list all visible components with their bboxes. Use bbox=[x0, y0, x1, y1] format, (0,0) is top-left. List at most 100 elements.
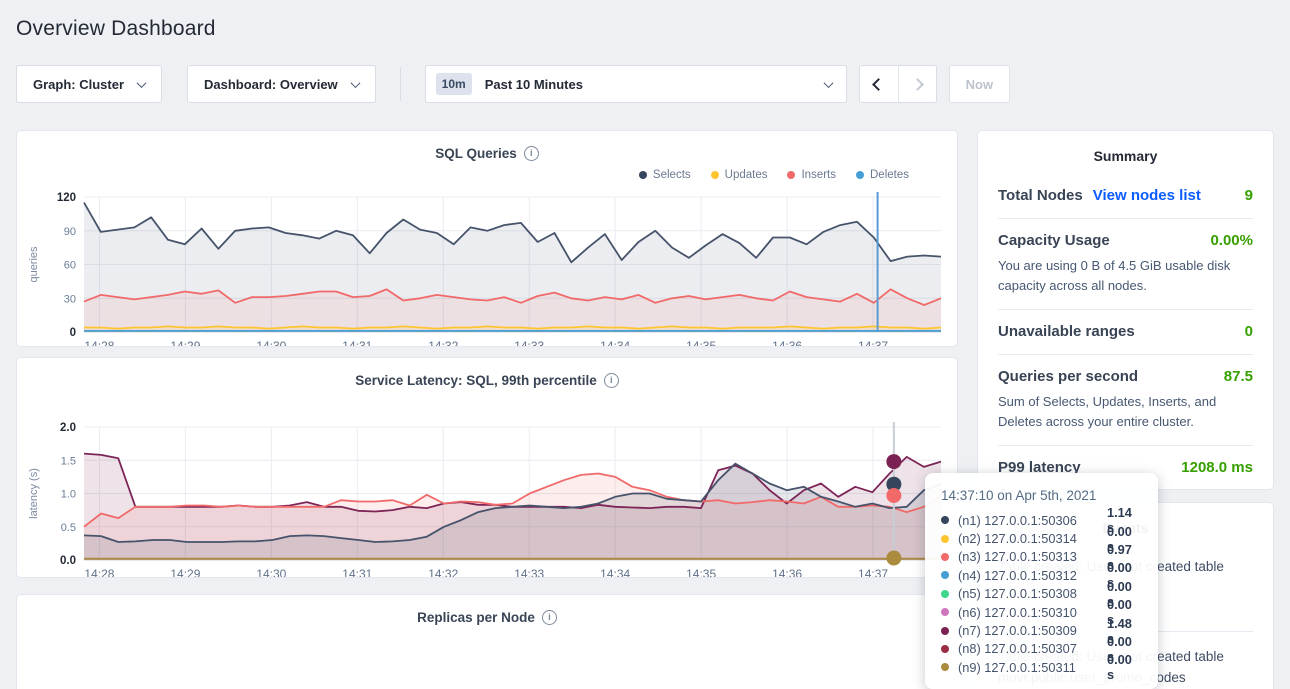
page-title: Overview Dashboard bbox=[16, 17, 1274, 41]
summary-item-value: 1208.0 ms bbox=[1181, 459, 1253, 476]
summary-item-label: Unavailable ranges bbox=[998, 323, 1135, 340]
summary-item-label: Total Nodes bbox=[998, 187, 1083, 204]
svg-text:14:30: 14:30 bbox=[256, 567, 286, 577]
legend-label: Selects bbox=[653, 169, 691, 181]
summary-item: Capacity Usage 0.00% You are using 0 B of … bbox=[998, 218, 1253, 309]
time-range-label: Past 10 Minutes bbox=[485, 77, 825, 92]
graph-dropdown-label: Graph: Cluster bbox=[33, 77, 124, 92]
svg-text:14:32: 14:32 bbox=[428, 567, 458, 577]
summary-item-value: 0.00% bbox=[1210, 232, 1253, 249]
legend-item-selects[interactable]: Selects bbox=[639, 168, 691, 182]
tooltip-node-label: (n1) 127.0.0.1:50306 bbox=[958, 513, 1107, 528]
node-color-dot-icon bbox=[941, 608, 949, 616]
legend-item-deletes[interactable]: Deletes bbox=[856, 168, 909, 182]
svg-text:14:29: 14:29 bbox=[170, 339, 200, 346]
summary-item: Queries per second87.5 Sum of Selects, Up… bbox=[998, 354, 1253, 445]
tooltip-row: (n9) 127.0.0.1:503110.00 s bbox=[941, 658, 1142, 676]
node-color-dot-icon bbox=[941, 663, 949, 671]
info-icon[interactable] bbox=[524, 146, 539, 161]
chevron-left-icon bbox=[872, 78, 885, 91]
tooltip-node-label: (n6) 127.0.0.1:50310 bbox=[958, 605, 1107, 620]
time-prev-button[interactable] bbox=[860, 66, 898, 102]
chart-title: Service Latency: SQL, 99th percentile bbox=[355, 373, 597, 388]
time-range-badge: 10m bbox=[436, 73, 472, 95]
summary-item-subtext: Sum of Selects, Updates, Inserts, and De… bbox=[998, 392, 1253, 431]
legend-item-updates[interactable]: Updates bbox=[711, 168, 768, 182]
node-color-dot-icon bbox=[941, 535, 949, 543]
chevron-down-icon bbox=[823, 78, 833, 88]
chevron-right-icon bbox=[911, 78, 924, 91]
svg-text:0.0: 0.0 bbox=[60, 555, 76, 567]
svg-text:14:35: 14:35 bbox=[686, 567, 716, 577]
svg-text:14:31: 14:31 bbox=[342, 339, 372, 346]
chart-tooltip: 14:37:10 on Apr 5th, 2021 (n1) 127.0.0.1… bbox=[925, 473, 1158, 689]
svg-text:14:37: 14:37 bbox=[858, 567, 888, 577]
tooltip-node-label: (n7) 127.0.0.1:50309 bbox=[958, 623, 1107, 638]
svg-text:0.5: 0.5 bbox=[61, 522, 76, 534]
info-icon[interactable] bbox=[542, 610, 557, 625]
legend-label: Inserts bbox=[801, 169, 836, 181]
svg-text:60: 60 bbox=[64, 260, 76, 272]
tooltip-node-label: (n2) 127.0.0.1:50314 bbox=[958, 531, 1107, 546]
svg-text:2.0: 2.0 bbox=[60, 422, 76, 434]
node-color-dot-icon bbox=[941, 516, 949, 524]
chart-title: SQL Queries bbox=[435, 146, 517, 161]
summary-item-value: 9 bbox=[1245, 187, 1253, 204]
chevron-down-icon bbox=[350, 78, 360, 88]
controls-bar: Graph: Cluster Dashboard: Overview 10m P… bbox=[16, 65, 1274, 103]
svg-text:14:29: 14:29 bbox=[170, 567, 200, 577]
replicas-panel: Replicas per Node bbox=[16, 594, 958, 689]
svg-text:queries: queries bbox=[28, 246, 40, 283]
legend-label: Deletes bbox=[870, 169, 909, 181]
summary-item: Unavailable ranges 0 bbox=[998, 309, 1253, 354]
tooltip-node-label: (n5) 127.0.0.1:50308 bbox=[958, 586, 1107, 601]
svg-text:14:28: 14:28 bbox=[84, 567, 114, 577]
summary-item-row: Queries per second87.5 bbox=[998, 368, 1253, 385]
svg-text:1.0: 1.0 bbox=[61, 489, 76, 501]
info-icon[interactable] bbox=[604, 373, 619, 388]
svg-text:14:32: 14:32 bbox=[428, 339, 458, 346]
svg-text:14:33: 14:33 bbox=[514, 567, 544, 577]
summary-item-label: Capacity Usage bbox=[998, 232, 1110, 249]
tooltip-node-label: (n9) 127.0.0.1:50311 bbox=[958, 660, 1107, 675]
summary-panel: Summary Total NodesView nodes list9Capac… bbox=[977, 130, 1274, 490]
svg-text:120: 120 bbox=[57, 192, 76, 204]
view-nodes-link[interactable]: View nodes list bbox=[1093, 187, 1201, 204]
graph-dropdown[interactable]: Graph: Cluster bbox=[16, 65, 162, 103]
svg-text:30: 30 bbox=[64, 293, 76, 305]
legend-label: Updates bbox=[725, 169, 768, 181]
node-color-dot-icon bbox=[941, 627, 949, 635]
latency-panel: Service Latency: SQL, 99th percentile 14… bbox=[16, 357, 958, 578]
node-color-dot-icon bbox=[941, 645, 949, 653]
svg-text:14:30: 14:30 bbox=[256, 339, 286, 346]
legend-dot-icon bbox=[856, 171, 864, 179]
sql-queries-chart[interactable]: 14:2814:2914:3014:3114:3214:3314:3414:35… bbox=[17, 184, 959, 346]
summary-item-subtext: You are using 0 B of 4.5 GiB usable disk… bbox=[998, 256, 1253, 295]
legend-item-inserts[interactable]: Inserts bbox=[787, 168, 836, 182]
summary-item-label: Queries per second bbox=[998, 368, 1138, 385]
summary-item: Total Nodes View nodes list 9 bbox=[998, 174, 1253, 218]
summary-items: Total Nodes View nodes list 9 Capacity Usag… bbox=[978, 164, 1273, 490]
now-button[interactable]: Now bbox=[949, 65, 1010, 103]
svg-text:14:35: 14:35 bbox=[686, 339, 716, 346]
time-range-dropdown[interactable]: 10m Past 10 Minutes bbox=[425, 65, 847, 103]
dashboard-dropdown-label: Dashboard: Overview bbox=[204, 77, 338, 92]
summary-item-row: Capacity Usage 0.00% bbox=[998, 232, 1253, 249]
svg-text:14:31: 14:31 bbox=[342, 567, 372, 577]
legend-dot-icon bbox=[711, 171, 719, 179]
svg-text:latency (s): latency (s) bbox=[28, 468, 40, 519]
tooltip-node-label: (n3) 127.0.0.1:50313 bbox=[958, 549, 1107, 564]
node-color-dot-icon bbox=[941, 553, 949, 561]
svg-text:14:33: 14:33 bbox=[514, 339, 544, 346]
dashboard-dropdown[interactable]: Dashboard: Overview bbox=[187, 65, 376, 103]
summary-item-value: 0 bbox=[1245, 323, 1253, 340]
svg-text:14:37: 14:37 bbox=[858, 339, 888, 346]
sql-legend: Selects Updates Inserts Deletes bbox=[17, 168, 957, 182]
chevron-down-icon bbox=[137, 78, 147, 88]
tooltip-rows: (n1) 127.0.0.1:503061.14 s(n2) 127.0.0.1… bbox=[941, 511, 1142, 677]
svg-text:0: 0 bbox=[70, 327, 76, 339]
svg-text:14:34: 14:34 bbox=[600, 567, 630, 577]
svg-text:14:36: 14:36 bbox=[772, 339, 802, 346]
latency-chart[interactable]: 14:28 14:29 14:30 14:31 14:32 14:33 14:34 14:35… bbox=[17, 417, 959, 577]
time-next-button[interactable] bbox=[898, 66, 936, 102]
